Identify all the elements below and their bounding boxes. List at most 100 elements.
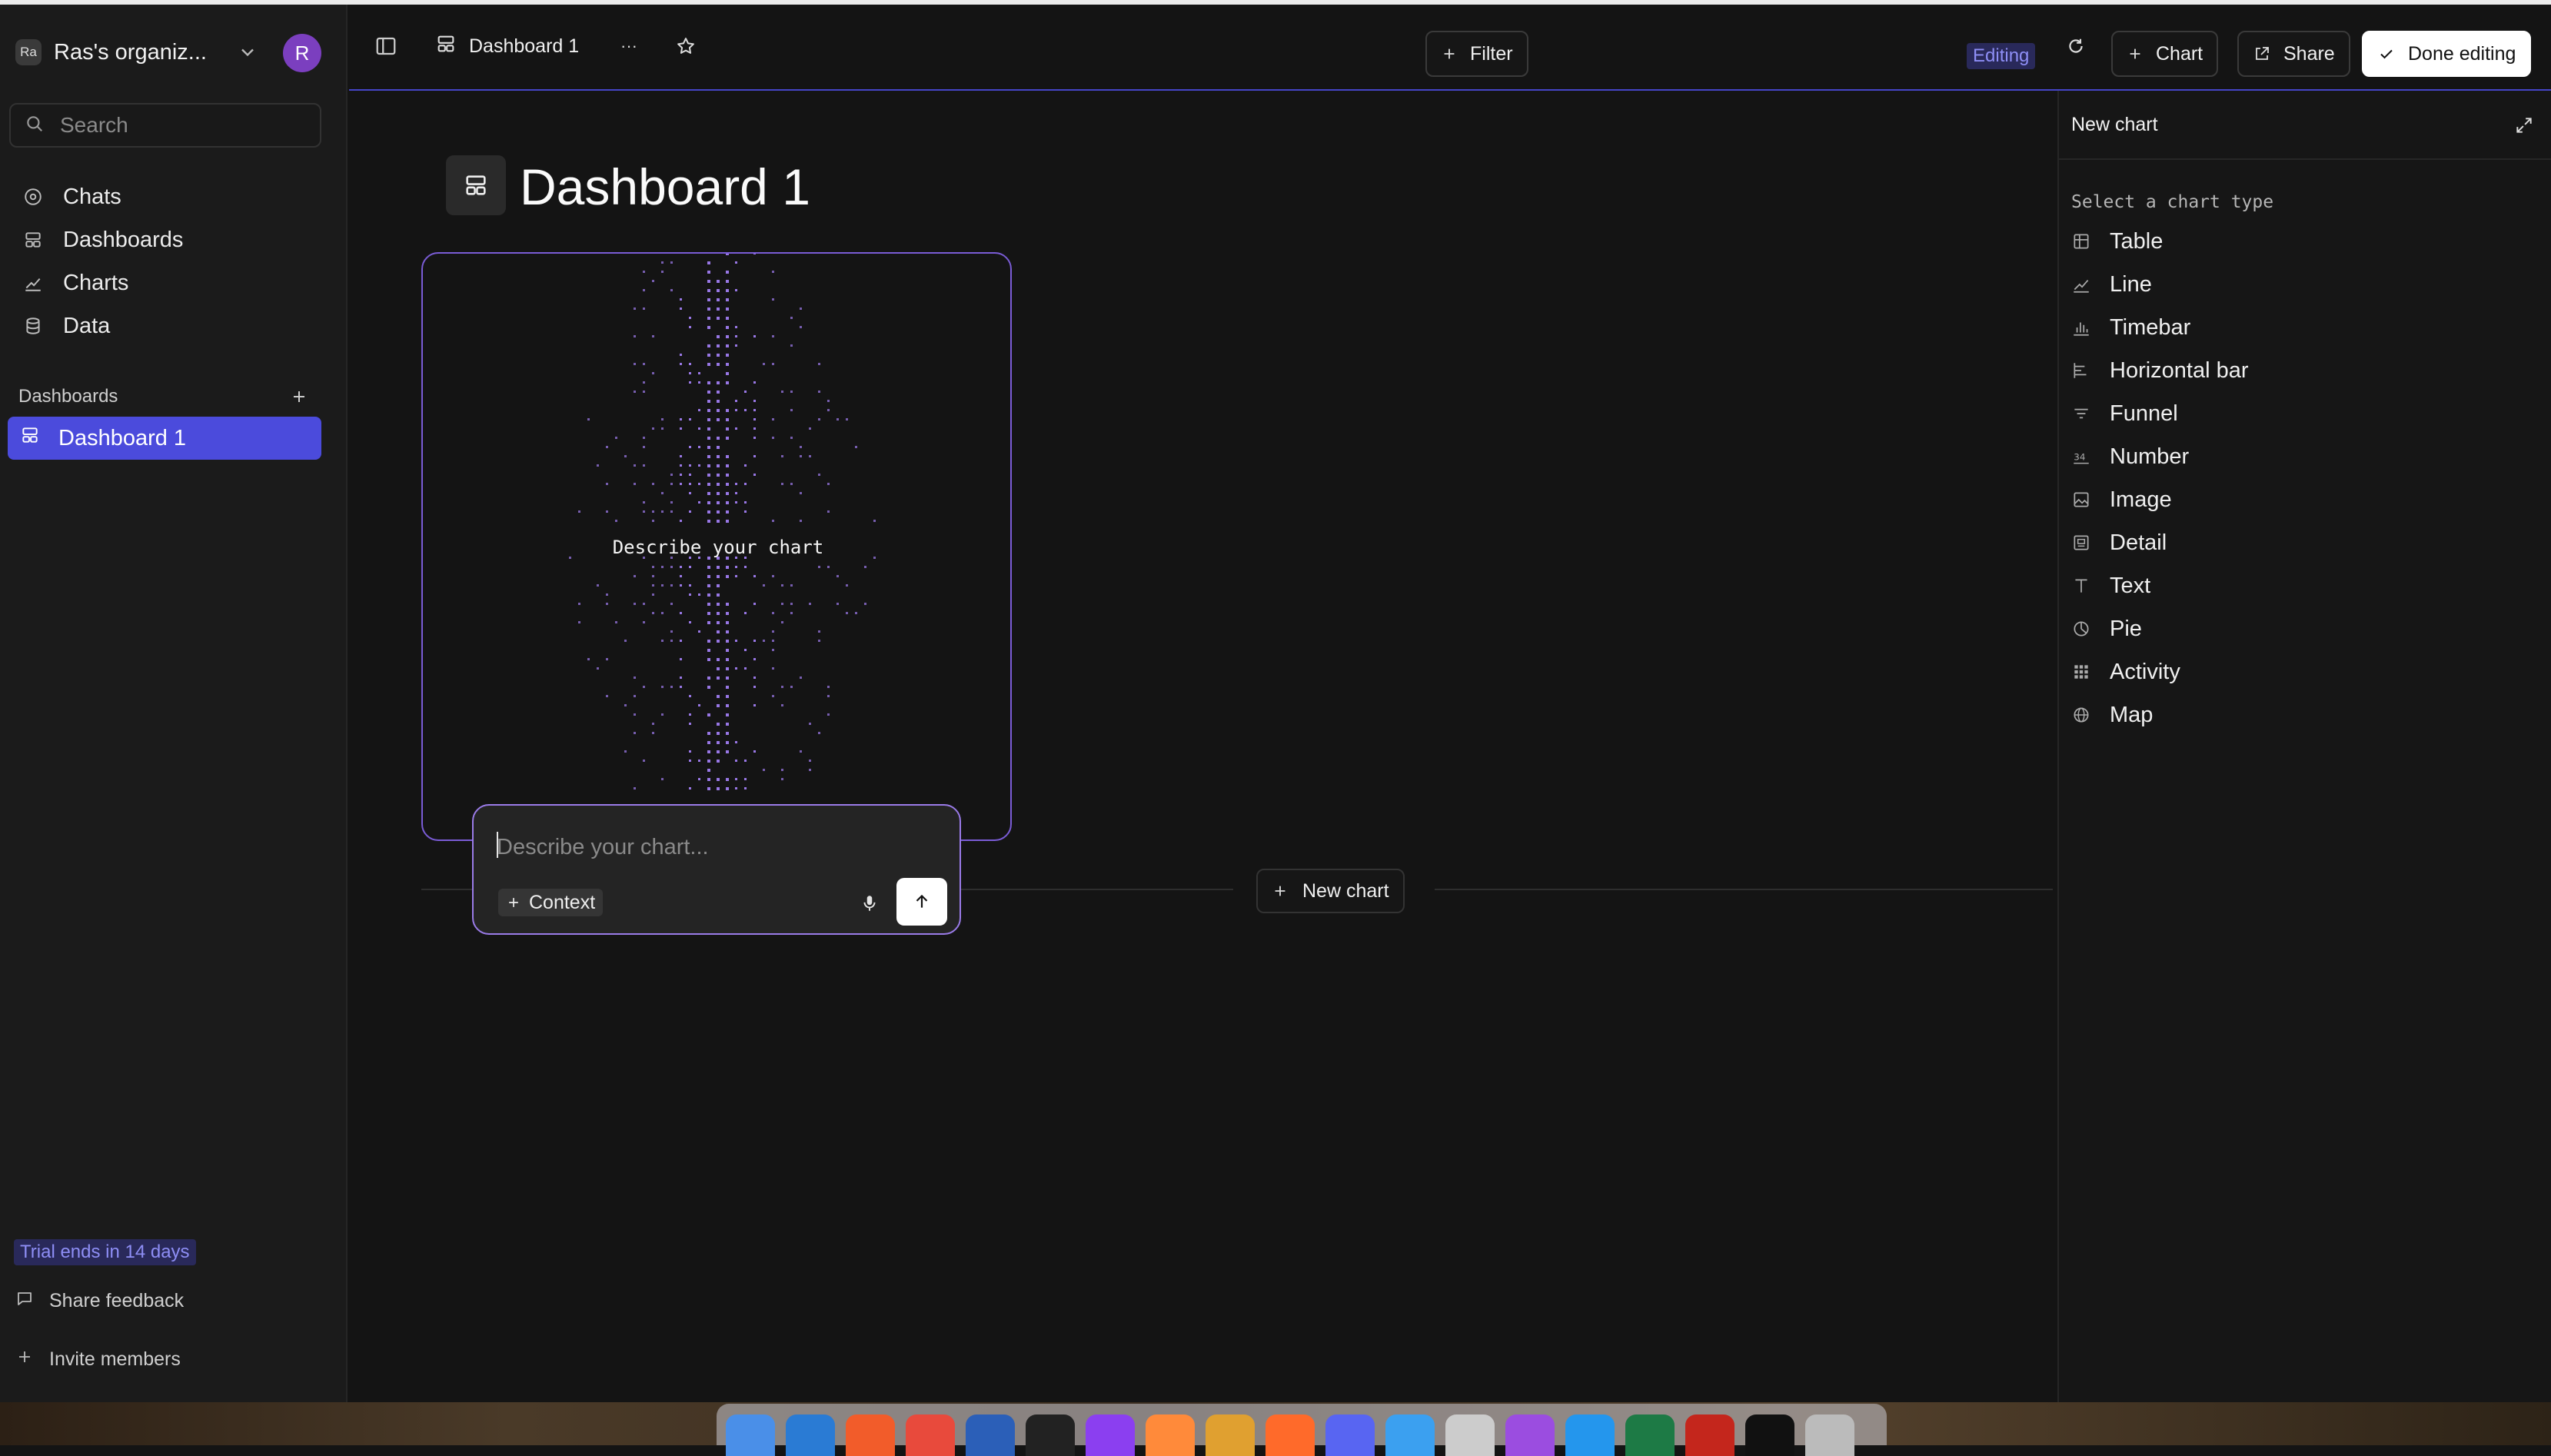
- plus-icon: [1444, 48, 1455, 59]
- share-feedback-link[interactable]: Share feedback: [15, 1285, 184, 1316]
- chart-prompt-box[interactable]: Describe your chart... Context: [472, 804, 961, 935]
- filter-button[interactable]: Filter: [1425, 31, 1528, 77]
- dot: [624, 704, 627, 706]
- chart-type-pie[interactable]: Pie: [2070, 607, 2531, 650]
- add-chart-button[interactable]: Chart: [2111, 31, 2219, 77]
- dot: [717, 317, 720, 320]
- sidebar-item-chats[interactable]: Chats: [9, 175, 321, 218]
- avatar[interactable]: R: [283, 34, 321, 72]
- done-editing-button[interactable]: Done editing: [2362, 31, 2532, 77]
- chart-type-table[interactable]: Table: [2070, 220, 2531, 263]
- prompt-placeholder[interactable]: Describe your chart...: [497, 835, 709, 860]
- disk-utility-dock-icon[interactable]: [1445, 1414, 1495, 1456]
- dot: [809, 455, 811, 457]
- org-switcher[interactable]: Ra Ras's organiz... R: [15, 31, 331, 74]
- xcode-dock-icon[interactable]: [1385, 1414, 1435, 1456]
- chart-type-horizontal-bar[interactable]: Horizontal bar: [2070, 349, 2531, 392]
- dot: [717, 437, 720, 440]
- star-icon[interactable]: [672, 32, 700, 60]
- chart-type-map[interactable]: Map: [2070, 693, 2531, 736]
- add-dashboard-button[interactable]: [288, 385, 311, 408]
- cursor-dock-icon[interactable]: [1026, 1414, 1075, 1456]
- sidebar-toggle-icon[interactable]: [372, 32, 400, 60]
- chart-type-detail[interactable]: Detail: [2070, 521, 2531, 564]
- dot: [772, 649, 774, 651]
- dot: [680, 363, 682, 365]
- pie-icon: [2070, 617, 2093, 640]
- discord-dock-icon[interactable]: [1325, 1414, 1375, 1456]
- activity-grid-icon: [2070, 660, 2093, 683]
- sidebar-item-dashboard-1[interactable]: Dashboard 1: [8, 417, 321, 460]
- invite-members-link[interactable]: Invite members: [15, 1344, 181, 1375]
- excel-dock-icon[interactable]: [1625, 1414, 1675, 1456]
- dot: [735, 575, 737, 577]
- finder-dock-icon[interactable]: [726, 1414, 775, 1456]
- new-chart-button[interactable]: New chart: [1256, 869, 1405, 913]
- dot: [707, 640, 710, 643]
- firefox-dock-icon[interactable]: [1266, 1414, 1315, 1456]
- dot: [836, 575, 839, 577]
- chart-type-funnel[interactable]: Funnel: [2070, 392, 2531, 435]
- dot: [680, 575, 682, 577]
- dot: [735, 778, 737, 780]
- chevron-down-icon[interactable]: [237, 42, 258, 63]
- dot: [717, 409, 720, 412]
- invite-members-label: Invite members: [49, 1348, 181, 1370]
- sidebar-item-data[interactable]: Data: [9, 304, 321, 347]
- table-icon: [2070, 230, 2093, 253]
- chart-type-activity[interactable]: Activity: [2070, 650, 2531, 693]
- dot: [643, 363, 645, 365]
- chrome-dock-icon[interactable]: [906, 1414, 955, 1456]
- dot: [606, 446, 608, 448]
- chart-type-image[interactable]: Image: [2070, 478, 2531, 521]
- dot: [680, 686, 682, 688]
- tab-dashboard-1[interactable]: Dashboard 1: [435, 28, 579, 65]
- dot: [670, 584, 673, 587]
- dot: [800, 455, 802, 457]
- dot: [670, 640, 673, 642]
- refresh-icon[interactable]: [2062, 32, 2090, 60]
- sublime-dock-icon[interactable]: [1146, 1414, 1195, 1456]
- dot: [689, 750, 691, 753]
- expand-icon[interactable]: [2513, 114, 2536, 137]
- docker-dock-icon[interactable]: [1565, 1414, 1615, 1456]
- dot: [726, 658, 729, 661]
- word-dock-icon[interactable]: [966, 1414, 1015, 1456]
- chart-type-timebar[interactable]: Timebar: [2070, 306, 2531, 349]
- dashboards-section-header: Dashboards: [18, 381, 311, 412]
- dot: [717, 391, 720, 394]
- chart-type-number[interactable]: 34 Number: [2070, 435, 2531, 478]
- chart-type-line[interactable]: Line: [2070, 263, 2531, 306]
- trash-dock-icon[interactable]: [1805, 1414, 1854, 1456]
- share-button[interactable]: Share: [2237, 31, 2350, 77]
- microphone-icon[interactable]: [856, 890, 883, 916]
- slack-dock-icon[interactable]: [1206, 1414, 1255, 1456]
- vscode-dock-icon[interactable]: [786, 1414, 835, 1456]
- sidebar-item-charts[interactable]: Charts: [9, 261, 321, 304]
- datagrip-dock-icon[interactable]: [1086, 1414, 1135, 1456]
- acrobat-dock-icon[interactable]: [1685, 1414, 1734, 1456]
- dot: [772, 640, 774, 642]
- context-button[interactable]: Context: [498, 889, 604, 916]
- trial-badge[interactable]: Trial ends in 14 days: [14, 1239, 196, 1265]
- dot: [680, 658, 682, 660]
- search-input[interactable]: Search: [9, 103, 321, 148]
- dot: [707, 492, 710, 495]
- dot: [827, 695, 830, 697]
- send-button[interactable]: [896, 878, 947, 926]
- dot: [707, 686, 710, 689]
- dot: [643, 603, 645, 605]
- podcasts-dock-icon[interactable]: [1505, 1414, 1555, 1456]
- dot: [735, 427, 737, 430]
- more-options-button[interactable]: ···: [615, 32, 643, 60]
- top-bar: Dashboard 1 ··· Filter Editing Chart Sha…: [349, 5, 2551, 91]
- brave-dock-icon[interactable]: [846, 1414, 895, 1456]
- dot: [643, 289, 645, 291]
- dot: [652, 335, 654, 337]
- dot: [790, 317, 793, 319]
- chart-placeholder-card[interactable]: Describe your chart: [421, 252, 1012, 841]
- sidebar-item-dashboards[interactable]: Dashboards: [9, 218, 321, 261]
- chart-type-text[interactable]: Text: [2070, 564, 2531, 607]
- terminal-dock-icon[interactable]: [1745, 1414, 1794, 1456]
- dot: [643, 686, 645, 688]
